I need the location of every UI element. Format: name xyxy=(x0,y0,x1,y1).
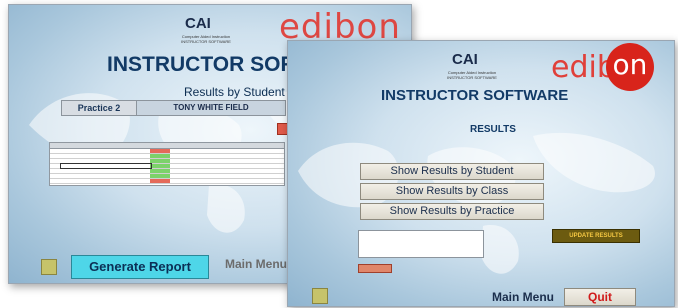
show-results-by-student-button[interactable]: Show Results by Student xyxy=(360,163,544,180)
section-heading: RESULTS xyxy=(470,124,516,135)
status-cell xyxy=(150,179,170,183)
table-row[interactable] xyxy=(50,179,284,184)
delete-button[interactable] xyxy=(358,264,392,273)
selected-row-highlight xyxy=(60,163,152,169)
nav-square-icon[interactable] xyxy=(41,259,57,275)
practice-tab[interactable]: Practice 2 xyxy=(61,100,137,116)
cai-label: CAI xyxy=(452,51,478,68)
results-text-panel[interactable] xyxy=(358,230,484,258)
student-name-field[interactable]: TONY WHITE FIELD xyxy=(136,100,286,116)
results-table xyxy=(49,142,285,186)
status-cell xyxy=(150,174,170,178)
cai-label: CAI xyxy=(185,15,211,32)
nav-square-icon[interactable] xyxy=(312,288,328,304)
results-window: CAI Computer Aided Instruction INSTRUCTO… xyxy=(287,40,675,307)
quit-button[interactable]: Quit xyxy=(564,288,636,306)
cai-subtitle: Computer Aided Instruction INSTRUCTOR SO… xyxy=(447,70,497,80)
status-cell xyxy=(150,169,170,173)
status-cell xyxy=(150,154,170,158)
update-results-button[interactable]: UPDATE RESULTS xyxy=(552,229,640,243)
page-title: INSTRUCTOR SOFTWARE xyxy=(381,87,569,104)
status-cell xyxy=(150,159,170,163)
generate-report-button[interactable]: Generate Report xyxy=(71,255,209,279)
show-results-by-practice-button[interactable]: Show Results by Practice xyxy=(360,203,544,220)
status-cell xyxy=(150,164,170,168)
main-menu-button[interactable]: Main Menu xyxy=(225,257,287,271)
show-results-by-class-button[interactable]: Show Results by Class xyxy=(360,183,544,200)
cai-subtitle: Computer Aided Instruction INSTRUCTOR SO… xyxy=(181,34,231,44)
section-heading: Results by Student xyxy=(184,85,285,99)
status-cell xyxy=(150,149,170,153)
main-menu-button[interactable]: Main Menu xyxy=(492,290,554,304)
edibon-logo-circle: on xyxy=(606,43,654,91)
